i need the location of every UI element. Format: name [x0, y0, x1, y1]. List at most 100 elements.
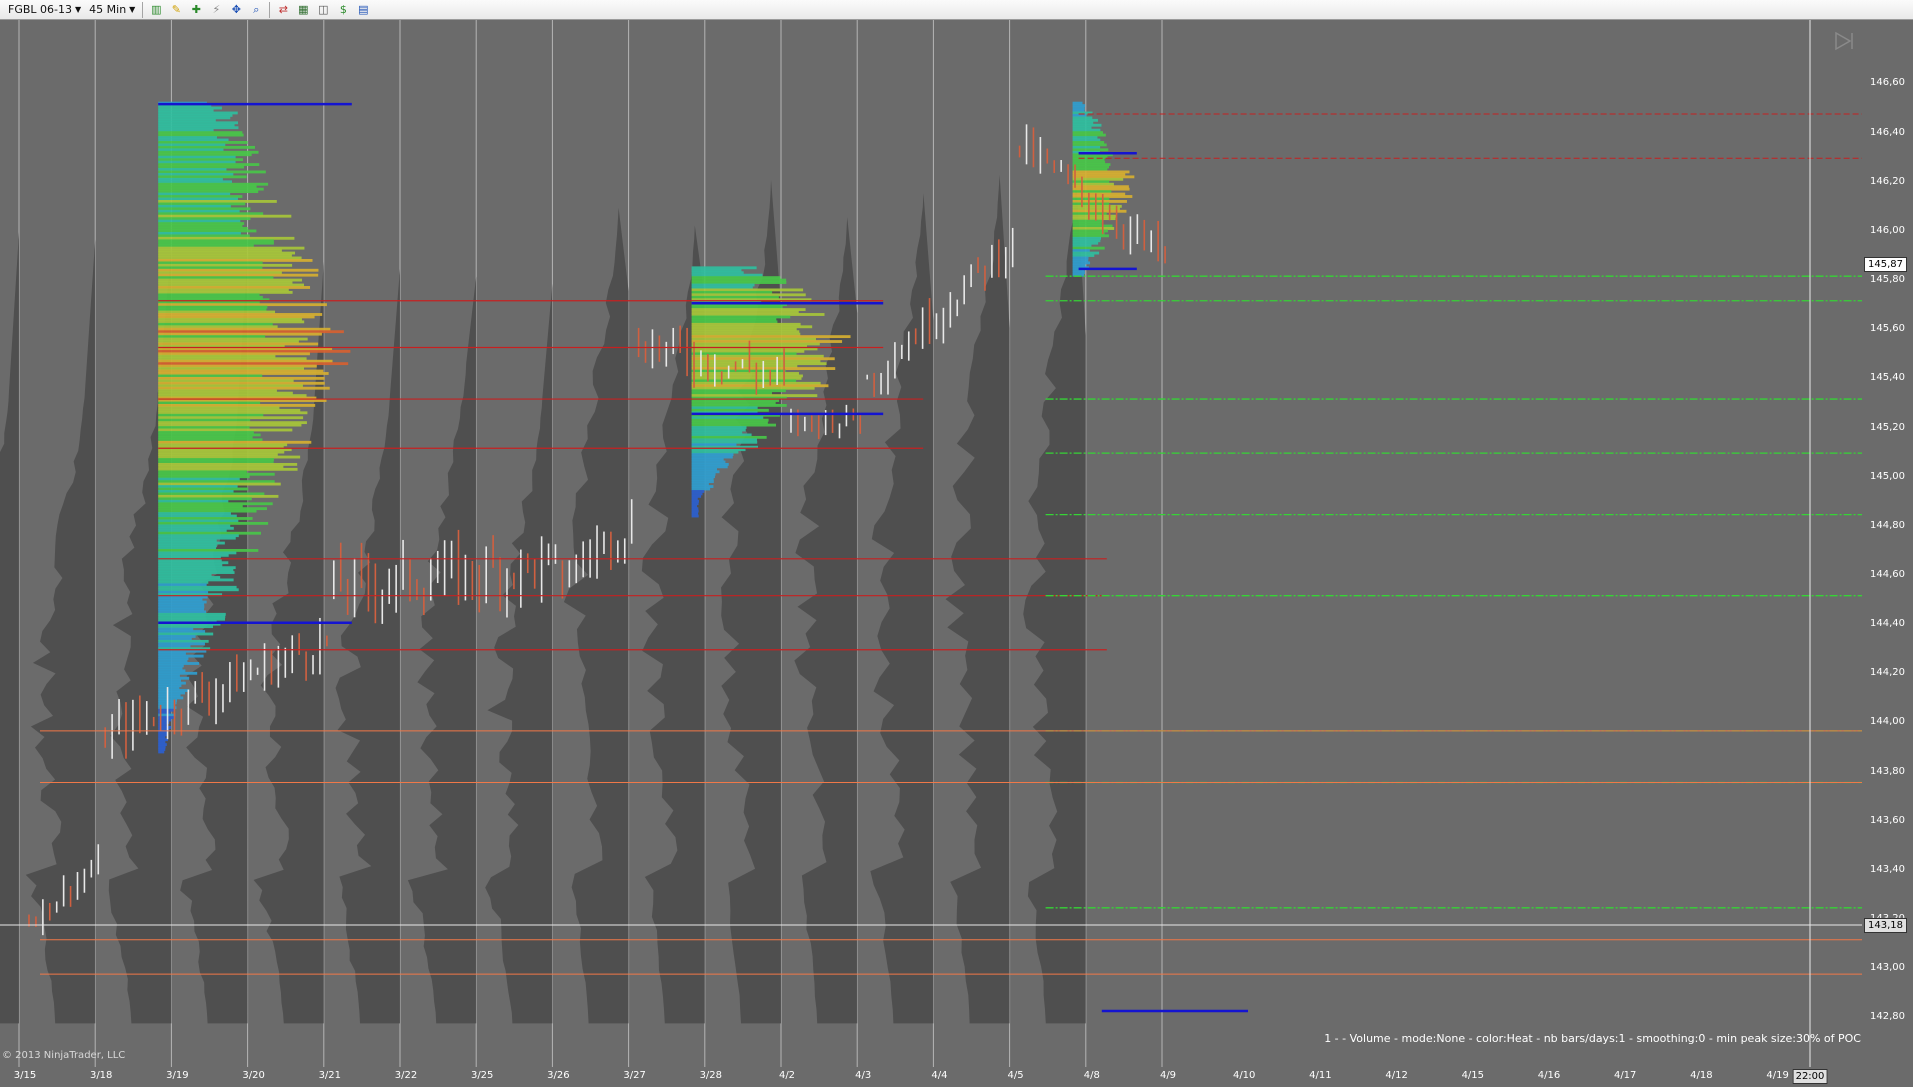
price-tick-label: 143,40	[1870, 863, 1905, 875]
volume-profile-bar	[158, 748, 166, 751]
crosshair-price-tag: 143,18	[1864, 918, 1907, 934]
volume-profile-bar	[158, 362, 349, 366]
volume-profile-bar	[158, 266, 263, 270]
volume-profile-bar	[158, 359, 333, 363]
volume-profile-bar	[158, 138, 229, 142]
volume-profile-bar	[158, 219, 241, 223]
volume-profile-bar	[158, 632, 214, 636]
volume-profile-bar	[1072, 241, 1099, 245]
volume-profile-bar	[691, 369, 786, 373]
volume-profile-bar	[691, 482, 709, 486]
volume-profile-bar	[158, 278, 303, 282]
volume-profile-bar	[158, 332, 322, 336]
volume-profile-bar	[158, 320, 305, 324]
volume-profile-bar	[158, 681, 186, 685]
instrument-selector[interactable]: FGBL 06-13 ▼	[4, 1, 85, 19]
volume-profile-bar	[158, 271, 282, 275]
volume-profile-bar	[158, 121, 239, 125]
volume-profile-bar	[158, 585, 237, 589]
volume-profile-bar	[158, 148, 224, 152]
volume-profile-bar	[1072, 187, 1130, 191]
volume-profile-bar	[158, 590, 209, 594]
date-tick-label: 4/4	[931, 1070, 948, 1081]
volume-profile-bar	[158, 494, 279, 498]
zoom-icon[interactable]: ⌕	[247, 2, 265, 18]
price-tick-label: 145,00	[1870, 470, 1905, 482]
chevron-down-icon: ▼	[129, 5, 136, 14]
volume-profile-bar	[158, 313, 323, 316]
volume-profile-bar	[691, 406, 758, 410]
volume-profile-bar	[158, 145, 255, 149]
volume-profile-bar	[1072, 261, 1091, 265]
volume-profile-bar	[158, 637, 192, 641]
volume-profile-bar	[691, 440, 758, 444]
volume-profile-bar	[158, 492, 265, 496]
price-chart[interactable]	[0, 20, 1862, 1067]
volume-profile-bar	[158, 160, 236, 164]
drawing-pencil-icon[interactable]: ✎	[167, 2, 185, 18]
strategy-icon[interactable]: ⚡	[207, 2, 225, 18]
volume-profile-bar	[158, 571, 235, 574]
volume-profile-bar	[158, 236, 295, 240]
volume-profile-bar	[158, 482, 281, 486]
volume-profile-bar	[158, 666, 183, 670]
volume-profile-bar	[158, 745, 166, 749]
scroll-to-end-button[interactable]	[1832, 30, 1856, 52]
volume-profile-bar	[158, 202, 246, 206]
volume-profile-bar	[158, 610, 206, 614]
indicator-icon[interactable]: ✚	[187, 2, 205, 18]
volume-profile-bar	[158, 438, 263, 442]
price-axis[interactable]: 146,60 146,40 146,20 146,00 145,80 145,60 145,…	[1862, 20, 1913, 1067]
price-tick-label: 143,00	[1870, 962, 1905, 974]
volume-profile-bar	[158, 512, 231, 515]
date-tick-label: 4/8	[1083, 1070, 1100, 1081]
date-tick-label: 4/15	[1461, 1070, 1485, 1081]
date-tick-label: 3/15	[13, 1070, 37, 1081]
volume-profile-bar	[158, 150, 259, 154]
volume-profile-bar	[1072, 138, 1101, 142]
crosshair-icon[interactable]: ✥	[227, 2, 245, 18]
volume-profile-bar	[158, 598, 203, 602]
volume-profile-bar	[158, 625, 214, 629]
chart-toolbar: FGBL 06-13 ▼ 45 Min ▼ ▥ ✎ ✚ ⚡ ✥ ⌕ ⇄ ▦ ◫ $ ▤	[0, 0, 1913, 20]
date-tick-label: 3/21	[318, 1070, 342, 1081]
chart-trader-icon[interactable]: ⇄	[274, 2, 292, 18]
volume-profile-bar	[691, 438, 757, 442]
date-tick-label: 3/20	[242, 1070, 265, 1081]
volume-profile-bar	[158, 635, 196, 638]
volume-profile-bar	[158, 561, 229, 565]
interval-selector[interactable]: 45 Min ▼	[85, 1, 139, 19]
volume-profile-bar	[158, 185, 257, 189]
volume-profile-bar	[158, 617, 225, 621]
volume-profile-bar	[158, 349, 351, 353]
volume-profile-bar	[158, 369, 324, 373]
data-box-icon[interactable]: ◫	[314, 2, 332, 18]
volume-profile-bar	[158, 337, 308, 341]
time-axis[interactable]: 3/15 3/18 3/19 3/20 3/21 3/22 3/25 3/26 3/27 3/28…	[0, 1067, 1913, 1087]
play-icon	[1835, 31, 1852, 51]
volume-profile-bar	[158, 644, 191, 648]
price-tick-label: 146,40	[1870, 126, 1905, 138]
volume-profile-bar	[1072, 145, 1101, 149]
date-tick-label: 4/16	[1537, 1070, 1561, 1081]
volume-profile-bar	[158, 212, 264, 216]
bar-type-icon[interactable]: ▥	[147, 2, 165, 18]
volume-profile-bar	[158, 163, 260, 166]
volume-profile-bar	[158, 659, 188, 663]
volume-profile-bar	[158, 509, 257, 513]
volume-profile-bar	[158, 526, 234, 530]
volume-profile-bar	[158, 182, 269, 186]
volume-profile-bar	[691, 293, 806, 297]
strategy-analyzer-icon[interactable]: $	[334, 2, 352, 18]
properties-icon[interactable]: ▦	[294, 2, 312, 18]
template-icon[interactable]: ▤	[354, 2, 372, 18]
volume-profile-bar	[691, 271, 744, 275]
volume-profile-bar	[158, 322, 273, 326]
volume-profile-bar	[158, 465, 284, 469]
instrument-label: FGBL 06-13	[8, 3, 72, 16]
price-tick-label: 143,60	[1870, 814, 1905, 826]
volume-profile-bar	[1072, 202, 1110, 206]
volume-profile-bar	[158, 258, 313, 262]
volume-profile-bar	[158, 487, 249, 491]
volume-profile-bar	[1072, 236, 1102, 240]
